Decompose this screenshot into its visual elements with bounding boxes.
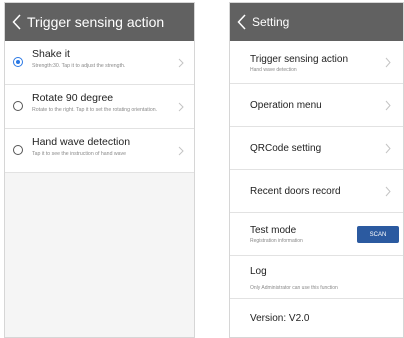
chevron-right-icon: [385, 186, 391, 197]
setting-label: QRCode setting: [250, 143, 322, 154]
setting-label: Test mode: [250, 225, 297, 236]
setting-label: Recent doors record: [250, 186, 341, 197]
setting-label: Operation menu: [250, 100, 322, 111]
setting-subtitle: Hand wave detection: [250, 67, 297, 73]
option-title: Shake it: [32, 48, 70, 60]
option-description: Strength:30. Tap it to adjust the streng…: [32, 63, 126, 69]
trigger-sensing-screen: Trigger sensing action Shake it Strength…: [4, 2, 195, 338]
setting-item-operation-menu[interactable]: Operation menu: [230, 84, 403, 127]
setting-item-test-mode: Test mode Registration information SCAN: [230, 213, 403, 256]
page-title: Trigger sensing action: [27, 14, 165, 30]
setting-item-recent-doors-record[interactable]: Recent doors record: [230, 170, 403, 213]
chevron-right-icon: [385, 143, 391, 154]
version-label: Version: V2.0: [250, 313, 310, 324]
title-bar: Setting: [230, 3, 403, 41]
setting-subtitle: Registration information: [250, 238, 303, 244]
radio-icon[interactable]: [13, 57, 23, 67]
chevron-right-icon: [178, 58, 184, 68]
option-shake-it[interactable]: Shake it Strength:30. Tap it to adjust t…: [5, 41, 194, 85]
back-arrow-icon[interactable]: [5, 3, 27, 41]
option-description: Rotate to the right. Tap it to set the r…: [32, 107, 158, 113]
setting-subtitle: Only Administrator can use this function: [250, 285, 338, 291]
setting-label: Log: [250, 266, 267, 277]
setting-item-trigger-sensing-action[interactable]: Trigger sensing action Hand wave detecti…: [230, 41, 403, 84]
radio-icon[interactable]: [13, 101, 23, 111]
setting-screen: Setting Trigger sensing action Hand wave…: [229, 2, 404, 338]
back-arrow-icon[interactable]: [230, 3, 252, 41]
setting-item-log[interactable]: Log Only Administrator can use this func…: [230, 256, 403, 299]
chevron-right-icon: [178, 146, 184, 156]
option-description: Tap it to see the instruction of hand wa…: [32, 151, 127, 157]
setting-item-qrcode-setting[interactable]: QRCode setting: [230, 127, 403, 170]
chevron-right-icon: [385, 57, 391, 68]
option-title: Hand wave detection: [32, 136, 131, 148]
chevron-right-icon: [178, 102, 184, 112]
option-hand-wave-detection[interactable]: Hand wave detection Tap it to see the in…: [5, 129, 194, 173]
option-title: Rotate 90 degree: [32, 92, 114, 104]
page-title: Setting: [252, 15, 290, 29]
chevron-right-icon: [385, 100, 391, 111]
title-bar: Trigger sensing action: [5, 3, 194, 41]
radio-icon[interactable]: [13, 145, 23, 155]
scan-button[interactable]: SCAN: [357, 226, 399, 243]
setting-label: Trigger sensing action: [250, 54, 349, 65]
option-rotate-90[interactable]: Rotate 90 degree Rotate to the right. Ta…: [5, 85, 194, 129]
setting-item-version: Version: V2.0: [230, 299, 403, 337]
